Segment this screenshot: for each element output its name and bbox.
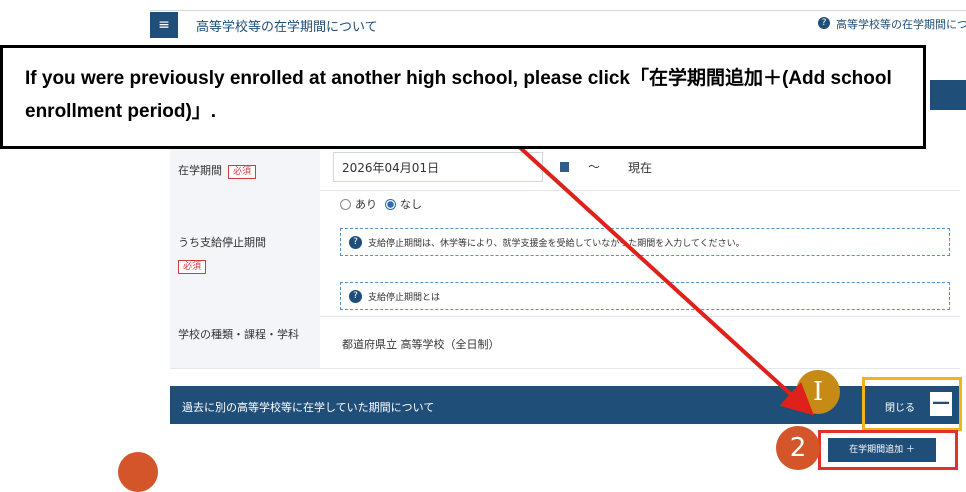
instruction-callout: If you were previously enrolled at anoth…	[0, 45, 926, 149]
arrow-line	[513, 141, 814, 416]
